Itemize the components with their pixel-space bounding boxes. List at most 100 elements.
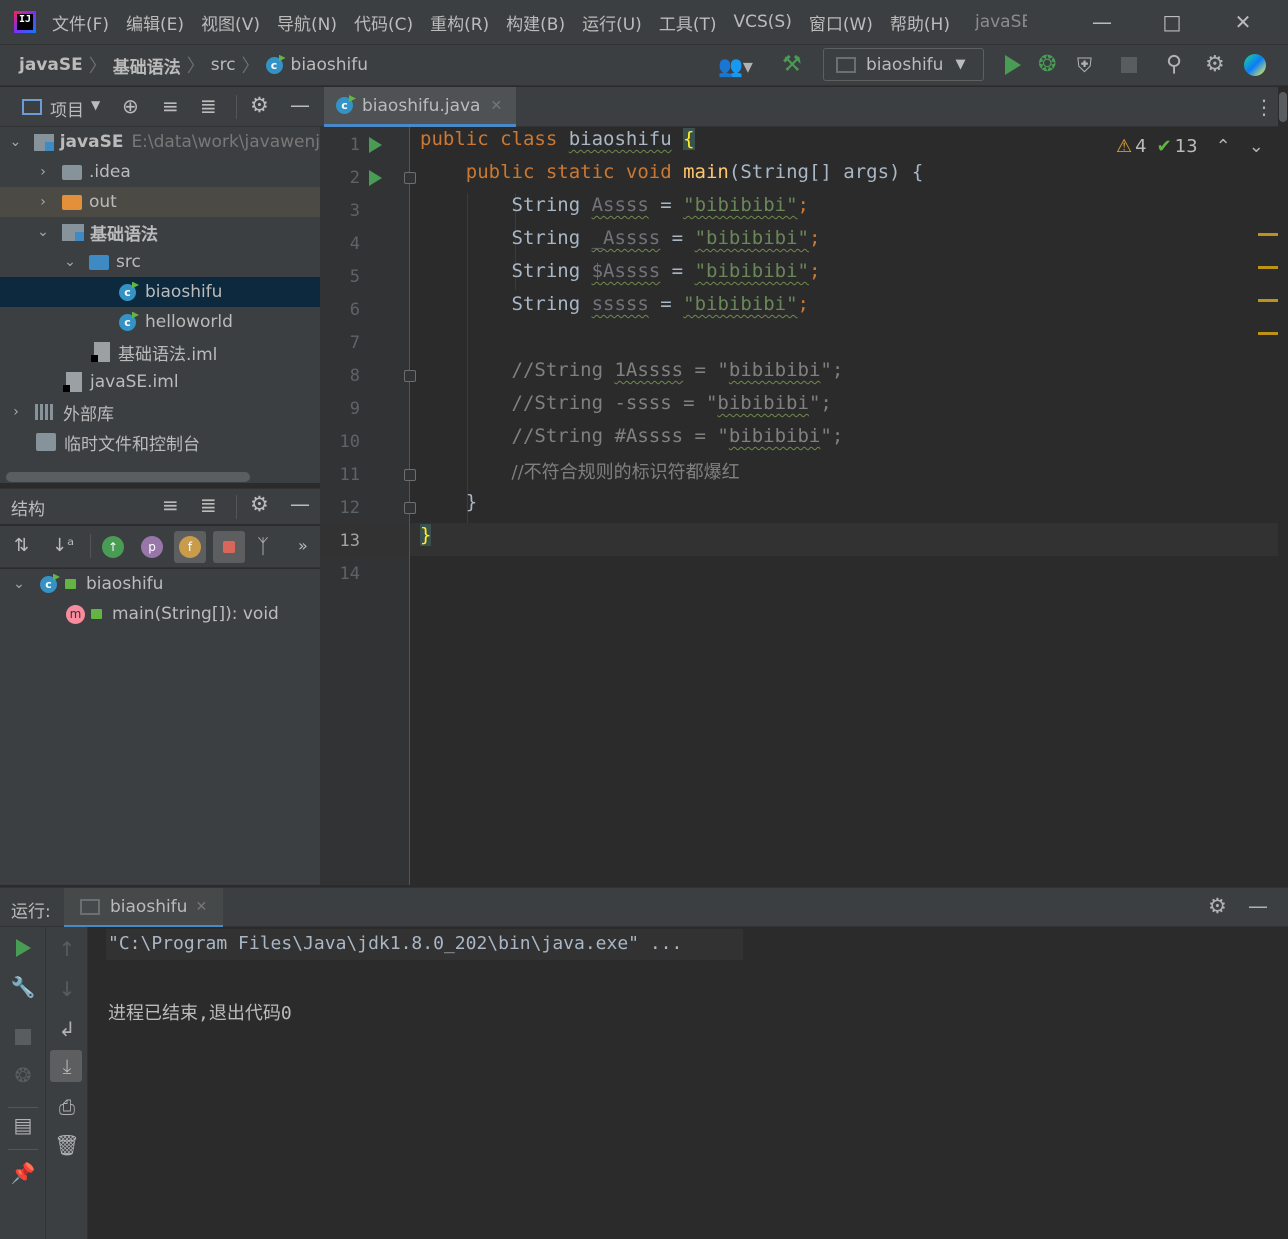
trash-icon[interactable]: 🗑 [53,1131,81,1159]
tree-item-src[interactable]: ⌄ src [0,247,320,277]
more-options-icon[interactable]: » [298,536,308,555]
coverage-icon[interactable]: ⛨ [1077,53,1092,77]
tree-item-helloworld[interactable]: c helloworld [0,307,320,337]
breadcrumb-project[interactable]: javaSE [19,55,83,75]
chevron-down-icon[interactable]: ⌄ [36,224,50,240]
warning-stripe[interactable] [1258,233,1278,236]
gear-icon[interactable]: ⚙ [250,492,269,516]
menu-navigate[interactable]: 导航(N) [277,10,337,35]
fold-marker-icon[interactable] [404,502,416,514]
build-hammer-icon[interactable]: ⚒ [782,52,802,77]
tree-item-module-iml[interactable]: 基础语法.iml [0,337,320,367]
tree-item-project-root[interactable]: ⌄ javaSE E:\data\work\javawenj [0,127,320,157]
maximize-icon[interactable]: □ [1158,8,1186,36]
chevron-down-icon[interactable]: ⌄ [63,254,77,270]
next-highlight-icon[interactable]: ⌄ [1249,136,1264,157]
menu-window[interactable]: 窗口(W) [809,10,873,35]
tree-item-external-libraries[interactable]: › 外部库 [0,397,320,427]
editor-scrollbar-thumb[interactable] [1279,92,1287,122]
menu-tools[interactable]: 工具(T) [659,10,717,35]
warning-stripe[interactable] [1258,299,1278,302]
breadcrumb-module[interactable]: 基础语法 [113,53,181,78]
search-icon[interactable]: ⚲ [1166,52,1182,77]
gear-icon[interactable]: ⚙ [1208,894,1227,918]
arrow-down-icon[interactable]: ↓ [53,975,81,1003]
expand-all-icon[interactable]: ≡ [162,493,179,517]
tree-item-idea[interactable]: › .idea [0,157,320,187]
hide-panel-icon[interactable]: — [1248,894,1268,918]
run-class-gutter-icon[interactable] [369,137,382,153]
menu-refactor[interactable]: 重构(R) [430,10,489,35]
minimize-icon[interactable]: — [1088,8,1116,36]
fold-marker-icon[interactable] [404,172,416,184]
close-tab-icon[interactable]: ✕ [195,899,207,915]
warning-stripe[interactable] [1258,266,1278,269]
debug-bug-icon[interactable]: ❂ [9,1061,37,1089]
show-properties-icon[interactable]: p [141,536,163,558]
hide-panel-icon[interactable]: — [290,93,310,117]
arrow-up-icon[interactable]: ↑ [53,935,81,963]
editor-scrollbar[interactable] [1278,87,1288,885]
tree-item-scratches[interactable]: 临时文件和控制台 [0,427,320,457]
menu-file[interactable]: 文件(F) [52,10,109,35]
inspection-widget[interactable]: ⚠ 4 ✔ 13 ⌃ ⌄ [1116,136,1264,157]
wrench-icon[interactable]: 🔧 [9,973,37,1001]
close-tab-icon[interactable]: ✕ [490,98,502,114]
fold-marker-icon[interactable] [404,469,416,481]
stop-icon[interactable] [15,1029,31,1045]
locate-file-icon[interactable]: ⊕ [122,94,139,118]
sort-alphabetically-icon[interactable]: ↓ᵃ [52,535,74,556]
pin-icon[interactable]: 📌 [9,1159,37,1187]
run-config-selector[interactable]: biaoshifu ▼ [823,48,984,81]
run-method-gutter-icon[interactable] [369,170,382,186]
menu-edit[interactable]: 编辑(E) [126,10,184,35]
menu-vcs[interactable]: VCS(S) [733,12,791,32]
project-view-selector[interactable]: 项目 [50,96,84,121]
gear-icon[interactable]: ⚙ [1205,52,1225,77]
print-icon[interactable]: ⎙ [53,1093,81,1121]
tree-item-biaoshifu[interactable]: c biaoshifu [0,277,320,307]
chevron-down-icon[interactable]: ⌄ [12,576,26,592]
warning-stripe[interactable] [1258,332,1278,335]
chevron-right-icon[interactable]: › [36,194,50,210]
show-inherited-icon[interactable]: ↑ [102,536,124,558]
tree-item-module[interactable]: ⌄ 基础语法 [0,217,320,247]
show-lambdas-icon[interactable]: ᛉ [257,534,269,558]
gear-icon[interactable]: ⚙ [250,93,269,117]
tree-item-out[interactable]: › out [0,187,320,217]
horizontal-scrollbar[interactable] [6,472,250,482]
user-dropdown-icon[interactable]: 👥▾ [718,54,753,78]
menu-code[interactable]: 代码(C) [354,10,413,35]
stop-icon[interactable] [1121,57,1137,73]
collapse-all-icon[interactable]: ≣ [200,493,217,517]
menu-build[interactable]: 构建(B) [506,10,565,35]
more-vertical-icon[interactable]: ⋮ [1254,95,1274,119]
console-output[interactable] [88,927,1288,1239]
fold-marker-icon[interactable] [404,370,416,382]
chevron-right-icon[interactable]: › [9,404,23,420]
structure-item-method[interactable]: m main(String[]): void [0,599,320,629]
close-icon[interactable]: ✕ [1229,8,1257,36]
breadcrumb-file[interactable]: biaoshifu [291,55,368,75]
previous-highlight-icon[interactable]: ⌃ [1216,136,1231,157]
menu-help[interactable]: 帮助(H) [890,10,950,35]
menu-view[interactable]: 视图(V) [201,10,260,35]
hide-panel-icon[interactable]: — [290,492,310,516]
chevron-right-icon[interactable]: › [36,164,50,180]
chevron-down-icon[interactable]: ⌄ [9,134,22,150]
breadcrumb-folder[interactable]: src [211,55,236,75]
structure-item-class[interactable]: ⌄ c biaoshifu [0,569,320,599]
editor-tab-biaoshifu[interactable]: c biaoshifu.java ✕ [324,87,517,127]
run-icon[interactable] [1005,55,1021,75]
debug-bug-icon[interactable]: ❂ [1038,52,1056,77]
collapse-all-icon[interactable]: ≣ [200,94,217,118]
expand-all-icon[interactable]: ≡ [162,94,179,118]
menu-run[interactable]: 运行(U) [582,10,642,35]
sort-by-visibility-icon[interactable]: ⇅ [14,535,29,556]
rerun-icon[interactable] [16,939,31,957]
jetbrains-toolbox-icon[interactable] [1244,54,1266,76]
run-tab-biaoshifu[interactable]: biaoshifu ✕ [64,888,224,928]
soft-wrap-icon[interactable]: ↲ [53,1015,81,1043]
tree-item-project-iml[interactable]: javaSE.iml [0,367,320,397]
chevron-down-icon[interactable]: ▼ [91,98,100,112]
